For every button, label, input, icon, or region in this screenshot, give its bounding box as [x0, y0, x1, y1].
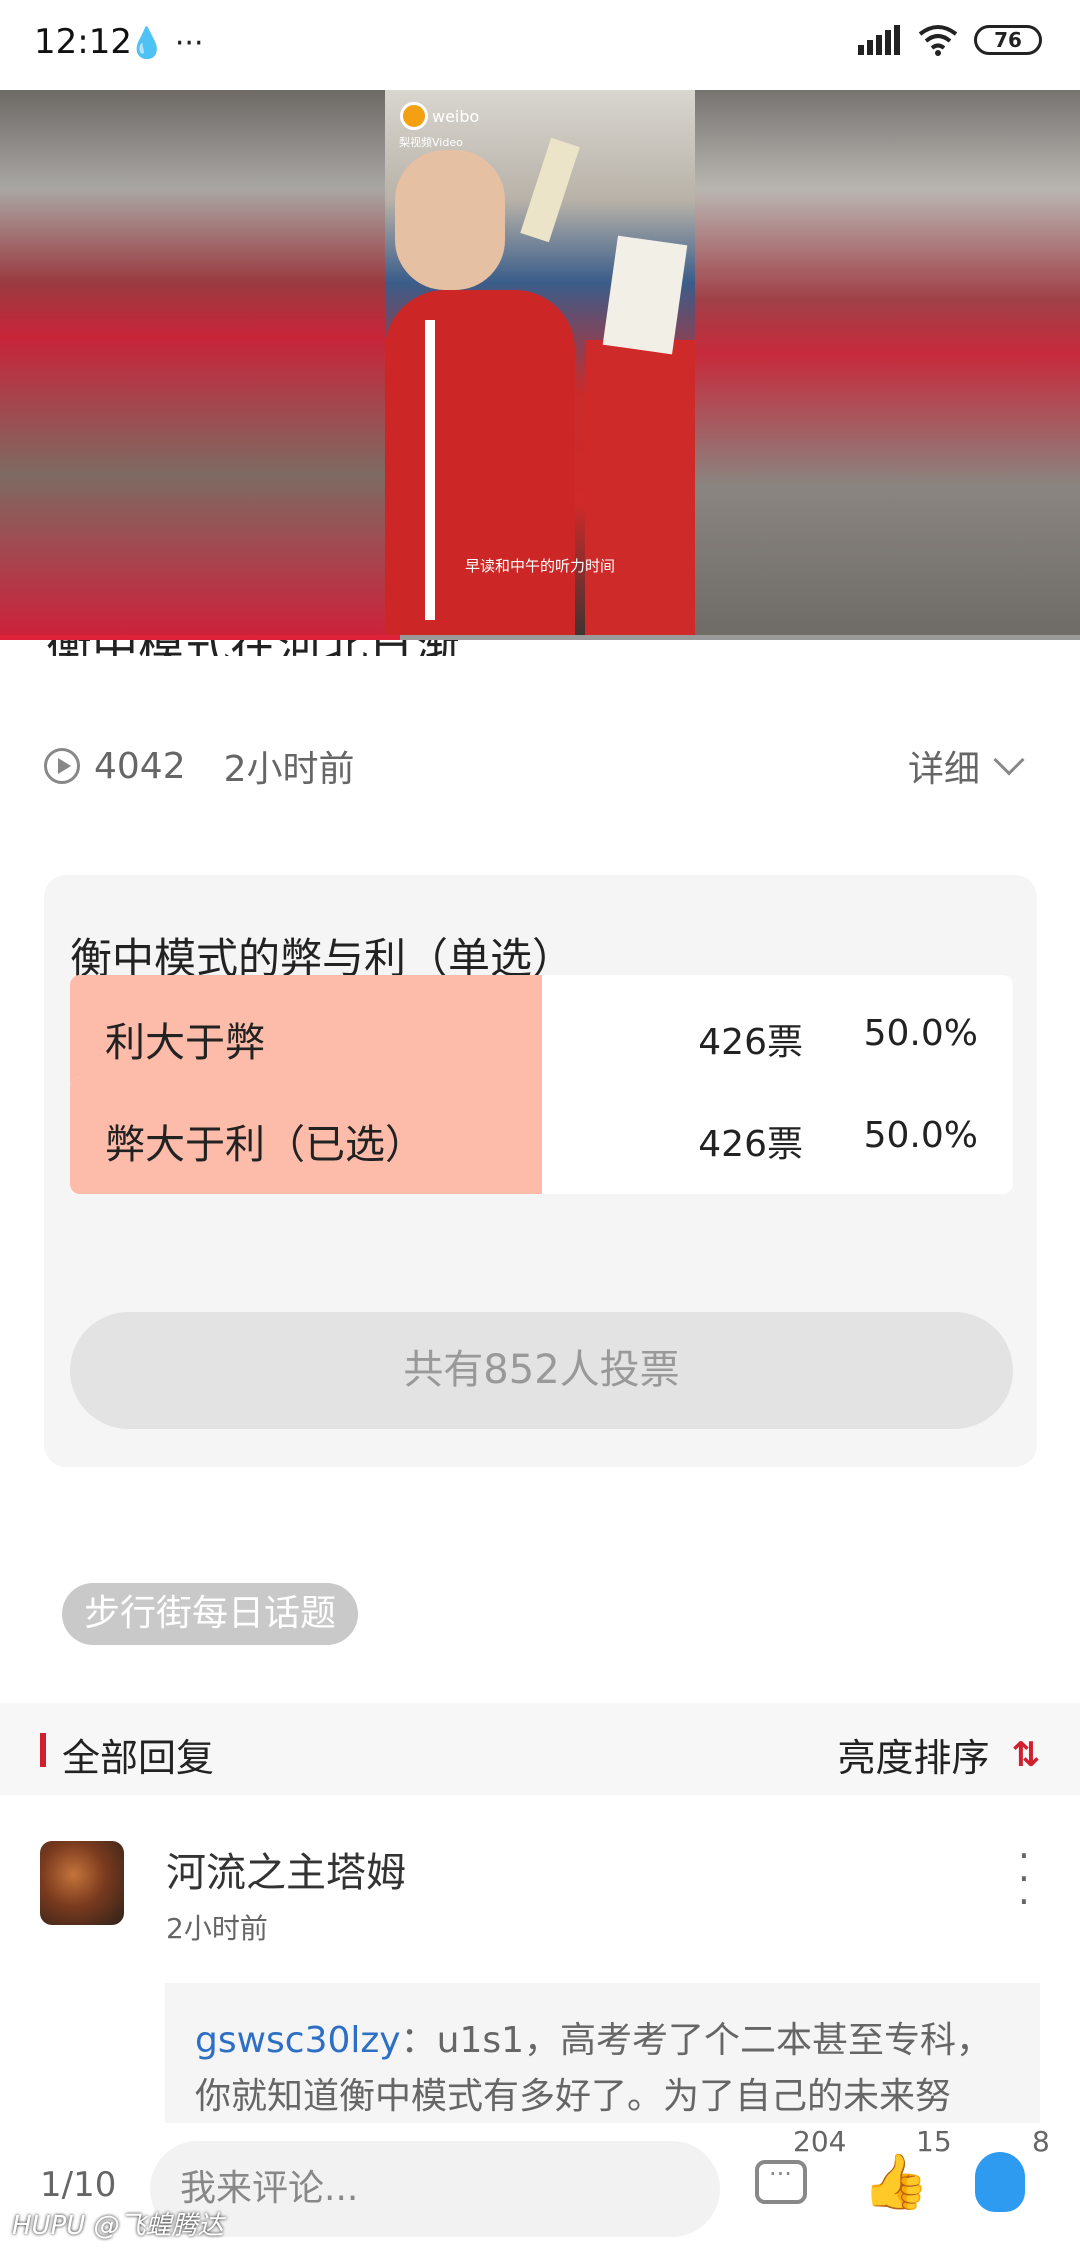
video-blur-left	[0, 90, 385, 640]
video-book-held	[520, 137, 580, 243]
comments-icon[interactable]	[755, 2160, 807, 2204]
status-bar: 12:12 💧 ··· 76	[0, 0, 1080, 90]
poll-option-selected[interactable]: 弊大于利（已选） 426票 50.0%	[70, 1077, 1013, 1194]
video-frame: weibo 梨视频Video 早读和中午的听力时间	[385, 90, 695, 640]
weibo-logo-text: weibo	[432, 106, 480, 126]
signal-icon	[858, 25, 900, 55]
video-person-head	[395, 150, 505, 290]
poll-card: 衡中模式的弊与利（单选） 利大于弊 426票 50.0% 弊大于利（已选） 42…	[44, 875, 1037, 1467]
quoted-reply[interactable]: gswsc30lzy：u1s1，高考考了个二本甚至专科，你就知道衡中模式有多好了…	[165, 1983, 1040, 2123]
video-book	[602, 235, 688, 355]
poll-option-votes: 426票	[698, 1022, 803, 1063]
replies-header: 全部回复 亮度排序 ⇅	[0, 1703, 1080, 1795]
poll-option-label: 弊大于利（已选）	[105, 1122, 425, 1168]
poll-option-label: 利大于弊	[105, 1020, 265, 1066]
like-icon[interactable]: 👍	[862, 2150, 929, 2214]
page-indicator[interactable]: 1/10	[40, 2165, 116, 2205]
more-options-icon[interactable]: · · ·	[1018, 1837, 1030, 1921]
quoted-user[interactable]: gswsc30lzy	[195, 2020, 401, 2061]
section-accent-bar	[40, 1733, 46, 1767]
poll-option-percent: 50.0%	[863, 1013, 978, 1054]
watermark: HUPU @飞蝗腾达	[12, 2211, 224, 2241]
detail-label: 详细	[907, 749, 980, 790]
post-meta: 4042 2小时前	[44, 740, 355, 792]
poll-option-percent: 50.0%	[863, 1115, 978, 1156]
avatar[interactable]	[40, 1841, 124, 1925]
qq-share-icon[interactable]	[975, 2152, 1025, 2212]
post-title: 衡中模式在河北日渐	[46, 640, 646, 656]
view-count: 4042	[94, 745, 186, 787]
video-player[interactable]: weibo 梨视频Video 早读和中午的听力时间	[0, 90, 1080, 640]
video-person-back	[585, 340, 695, 640]
comment-input[interactable]: 我来评论...	[150, 2141, 720, 2237]
topic-tag[interactable]: 步行街每日话题	[62, 1583, 359, 1645]
replies-title: 全部回复	[62, 1736, 215, 1780]
sort-toggle[interactable]: 亮度排序 ⇅	[837, 1727, 1040, 1782]
post-time: 2小时前	[223, 749, 355, 790]
weibo-logo: weibo	[400, 102, 479, 130]
share-count: 8	[1032, 2125, 1050, 2158]
comment-author[interactable]: 河流之主塔姆	[166, 1840, 406, 1898]
video-person-front	[385, 290, 575, 640]
video-source-sub: 梨视频Video	[399, 136, 463, 149]
comments-count: 204	[793, 2125, 847, 2158]
sort-arrows-icon: ⇅	[1011, 1734, 1041, 1775]
play-count-icon	[44, 748, 80, 784]
weibo-logo-icon	[400, 102, 428, 130]
battery-indicator: 76	[974, 25, 1042, 55]
status-right-icons: 76	[858, 24, 1042, 56]
wifi-icon	[918, 25, 958, 56]
status-time: 12:12	[34, 22, 132, 62]
status-notification-icons: 💧 ···	[128, 26, 204, 61]
chevron-down-icon	[993, 744, 1025, 776]
detail-toggle[interactable]: 详细	[907, 740, 1025, 792]
sort-label: 亮度排序	[837, 1736, 990, 1780]
video-subtitle: 早读和中午的听力时间	[464, 557, 615, 575]
poll-total-button[interactable]: 共有852人投票	[70, 1312, 1013, 1429]
poll-option[interactable]: 利大于弊 426票 50.0%	[70, 975, 1013, 1092]
comment-time: 2小时前	[166, 1912, 268, 1945]
post-title-text: 衡中模式在河北日渐	[46, 640, 646, 656]
video-blur-right	[695, 90, 1080, 640]
poll-option-votes: 426票	[698, 1124, 803, 1165]
